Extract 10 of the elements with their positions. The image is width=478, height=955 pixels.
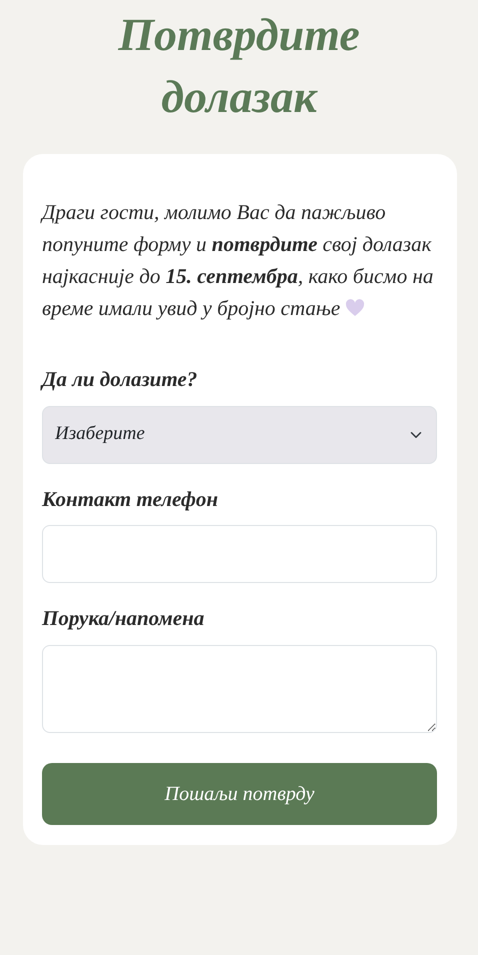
field-label: Да ли долазите? (42, 366, 198, 393)
page-title: Потврдите долазак (117, 8, 361, 124)
phone-field[interactable] (42, 525, 437, 583)
intro-text: Драги гости, молимо Вас да пажљиво попуните форму и потврдите свој долазак најкасније до 15. септембра, како бисмо на време имали увид у бројно стање (42, 199, 434, 322)
select-field[interactable]: Изаберите (42, 406, 437, 464)
message-field[interactable] (42, 644, 437, 732)
heart-icon (345, 299, 366, 317)
field-label: Контакт телефон (42, 486, 220, 512)
submit-button[interactable]: Пошаљи потврду (42, 762, 437, 824)
field-label: Порука/напомена (42, 605, 206, 632)
